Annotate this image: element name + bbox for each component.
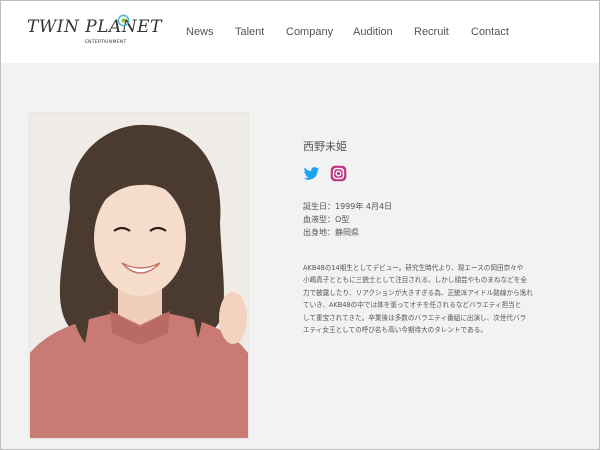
- twitter-icon[interactable]: [303, 165, 320, 182]
- instagram-icon[interactable]: [330, 165, 347, 182]
- talent-info: 誕生日：1999年 4月4日 血液型：O型 出身地：静岡県: [303, 200, 392, 239]
- site-header: TWIN PLANET ENTERTAINMENT News Talent Co…: [1, 1, 599, 63]
- talent-photo: [30, 113, 248, 438]
- bio-line: して重宝されてきた。卒業後は多数のバラエティ番組に出演し、次世代バラ: [303, 313, 527, 322]
- birthday-text: 誕生日：1999年 4月4日: [303, 202, 393, 211]
- talent-bio: AKB48の14期生としてデビュー。研究生時代より、現エースの岡田奈々や 小嶋真…: [303, 262, 595, 336]
- nav-audition[interactable]: Audition: [353, 26, 393, 38]
- bio-line: エティ女王としての呼び名も高い今期待大のタレントである。: [303, 326, 487, 335]
- nav-recruit[interactable]: Recruit: [414, 26, 449, 38]
- blood-type-text: 血液型：O型: [303, 215, 350, 224]
- bio-line: 小嶋真子とともに三銃士として注目される。しかし顔芸やものまねなどを全: [303, 276, 527, 285]
- bio-line: AKB48の14期生としてデビュー。研究生時代より、現エースの岡田奈々や: [303, 264, 524, 272]
- nav-company[interactable]: Company: [286, 26, 333, 38]
- talent-portrait-illustration: [30, 113, 248, 438]
- nav-news[interactable]: News: [186, 26, 214, 38]
- talent-name: 西野未姫: [303, 140, 347, 153]
- birthplace-text: 出身地：静岡県: [303, 228, 359, 237]
- main-nav: News Talent Company Audition Recruit Con…: [1, 26, 599, 42]
- nav-contact[interactable]: Contact: [471, 26, 509, 38]
- nav-talent[interactable]: Talent: [235, 26, 264, 38]
- bio-line: ていき、AKB48の中では体を張ってオチを任されるなどバラエティ担当と: [303, 301, 522, 310]
- bio-line: 力で披露したり、リアクションが大きすぎる為、正統派アイドル路線から逸れ: [303, 288, 533, 297]
